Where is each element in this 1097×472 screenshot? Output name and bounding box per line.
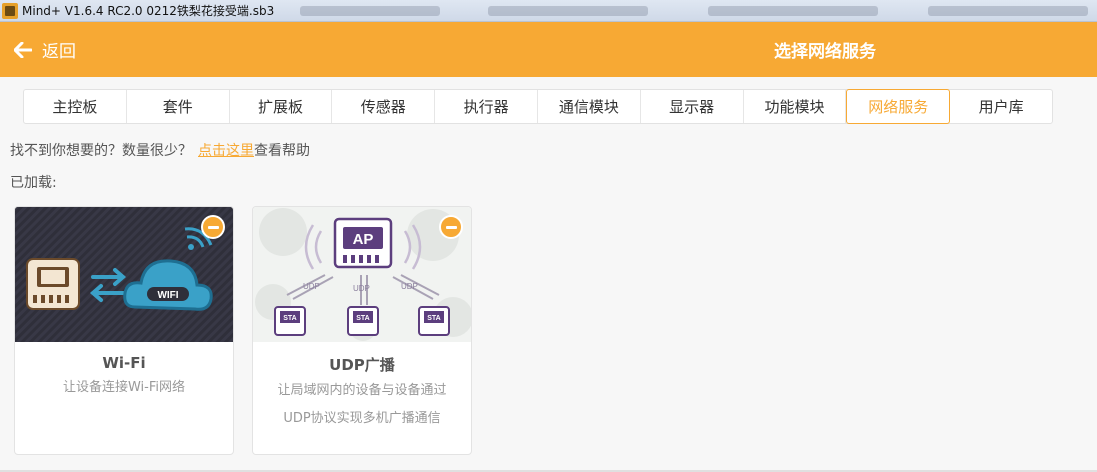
window-title: Mind+ V1.6.4 RC2.0 0212铁梨花接受端.sb3: [22, 4, 275, 18]
sta-label: STA: [356, 315, 369, 322]
extension-card-wifi[interactable]: WIFI Wi-Fi 让设备连接Wi-Fi网络: [14, 206, 234, 455]
tab-function-modules[interactable]: 功能模块: [744, 90, 847, 123]
tab-communication[interactable]: 通信模块: [538, 90, 641, 123]
udp-label: UDP: [303, 282, 320, 291]
help-link[interactable]: 点击这里: [198, 143, 254, 159]
tab-network-services[interactable]: 网络服务: [846, 89, 951, 124]
card-description: 让局域网内的设备与设备通过 UDP协议实现多机广播通信: [253, 377, 471, 433]
sta-label: STA: [283, 315, 296, 322]
window-titlebar: Mind+ V1.6.4 RC2.0 0212铁梨花接受端.sb3: [0, 0, 1097, 22]
sta-label: STA: [427, 315, 440, 322]
card-description-line: UDP协议实现多机广播通信: [283, 411, 441, 426]
card-description-line: 让局域网内的设备与设备通过: [277, 383, 447, 398]
tab-main-board[interactable]: 主控板: [24, 90, 127, 123]
background-window-tab: [708, 6, 878, 16]
card-description: 让设备连接Wi-Fi网络: [15, 374, 233, 402]
tab-expansion-board[interactable]: 扩展板: [230, 90, 333, 123]
tab-user-library[interactable]: 用户库: [950, 90, 1052, 123]
back-label: 返回: [42, 42, 76, 62]
background-window-tab: [300, 6, 440, 16]
help-suffix: 查看帮助: [254, 143, 310, 159]
tab-actuators[interactable]: 执行器: [435, 90, 538, 123]
card-name: Wi-Fi: [102, 354, 146, 372]
arrow-left-icon: [12, 39, 34, 61]
remove-icon[interactable]: [439, 215, 463, 239]
help-line: 找不到你想要的？数量很少？ 点击这里查看帮助: [10, 140, 310, 160]
mindplus-app-icon: [2, 2, 18, 19]
udp-label: UDP: [353, 284, 370, 293]
remove-icon[interactable]: [201, 215, 225, 239]
wifi-image-text: WIFI: [157, 290, 178, 301]
tab-kits[interactable]: 套件: [127, 90, 230, 123]
header-bar: 返回 选择网络服务: [0, 22, 1097, 77]
background-window-tab: [928, 6, 1088, 16]
tab-display[interactable]: 显示器: [641, 90, 744, 123]
tab-sensors[interactable]: 传感器: [332, 90, 436, 123]
card-description-line: 让设备连接Wi-Fi网络: [62, 380, 185, 395]
loaded-label: 已加载:: [10, 175, 57, 191]
back-button[interactable]: 返回: [12, 22, 76, 77]
help-prefix: 找不到你想要的？数量很少？: [10, 143, 192, 159]
udp-label: UDP: [401, 282, 418, 291]
background-window-tab: [488, 6, 648, 16]
extension-card-udp-broadcast[interactable]: AP UDP UDP UDP STA STA STA UDP广播 让局域网内的设…: [252, 206, 472, 455]
ap-label: AP: [353, 231, 374, 248]
card-name: UDP广播: [329, 356, 395, 374]
category-tabs: 主控板 套件 扩展板 传感器 执行器 通信模块 显示器 功能模块 网络服务 用户…: [23, 89, 1053, 124]
page-title: 选择网络服务: [774, 42, 876, 62]
